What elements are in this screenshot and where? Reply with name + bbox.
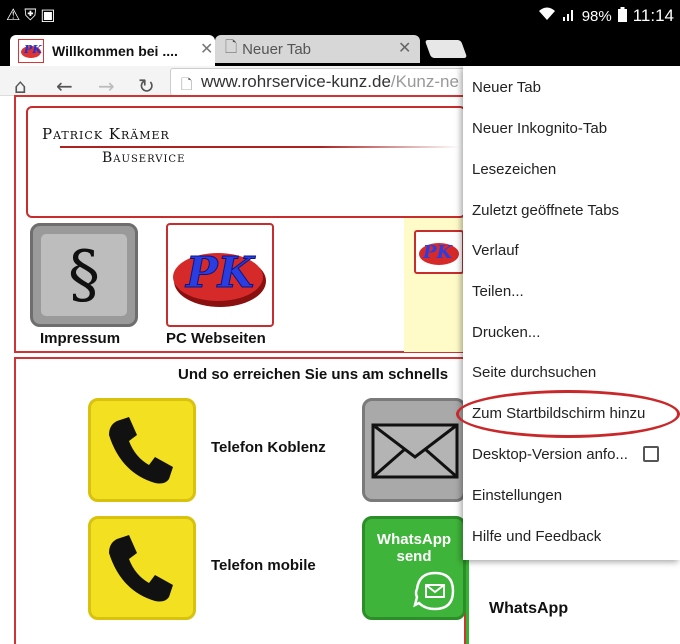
whatsapp-tile[interactable]: WhatsApp send [362, 516, 466, 620]
company-subtitle: Bauservice [102, 150, 186, 166]
pk-logo-icon: PK [173, 248, 266, 307]
phone-mobile-label[interactable]: Telefon mobile [211, 557, 316, 574]
close-icon[interactable]: ✕ [200, 39, 213, 59]
signal-icon [562, 7, 576, 25]
status-icons-left: ⚠⛨▣ [6, 5, 59, 25]
company-logo-box [26, 106, 466, 218]
contact-heading: Und so erreichen Sie uns am schnells [178, 366, 449, 383]
highlight-annotation [456, 390, 680, 438]
battery-icon [617, 6, 627, 26]
menu-item-desktop-version[interactable]: Desktop-Version anfo... [472, 446, 628, 463]
warning-icon: ⚠ [6, 5, 25, 24]
whatsapp-tile-line1: WhatsApp [376, 531, 452, 548]
page-info-icon[interactable]: 🗋 [181, 74, 192, 95]
wifi-icon [538, 7, 556, 25]
tab-neuer-tab[interactable]: 🗋 Neuer Tab ✕ [215, 35, 420, 63]
phone-icon [109, 535, 173, 602]
menu-item-seite-durchsuchen[interactable]: Seite durchsuchen [472, 364, 596, 381]
page-icon: 🗋 [225, 38, 238, 56]
paragraph-icon: § [41, 234, 127, 316]
menu-item-einstellungen[interactable]: Einstellungen [472, 487, 562, 504]
status-bar: ⚠⛨▣ 98% 11:14 [0, 0, 680, 29]
pk-favicon-icon: PK [18, 38, 44, 63]
impressum-label[interactable]: Impressum [40, 330, 120, 347]
screenshot-icon: ▣ [40, 5, 60, 24]
mini-pk-logo-icon[interactable]: PK [414, 230, 464, 274]
phone-koblenz-tile[interactable] [88, 398, 196, 502]
pk-logo-text: PK [185, 248, 256, 297]
whatsapp-card[interactable]: WhatsApp [466, 560, 680, 644]
close-icon[interactable]: ✕ [398, 38, 411, 58]
phone-mobile-tile[interactable] [88, 516, 196, 620]
pc-webseiten-label[interactable]: PC Webseiten [166, 330, 266, 347]
svg-text:PK: PK [23, 43, 42, 56]
desktop-version-checkbox[interactable] [643, 446, 659, 462]
url-host: www.rohrservice-kunz.de [201, 72, 391, 91]
menu-item-neuer-tab[interactable]: Neuer Tab [472, 79, 541, 96]
message-bubble-icon [413, 571, 455, 611]
battery-percent: 98% [581, 7, 612, 25]
email-tile[interactable] [362, 398, 466, 502]
impressum-tile[interactable]: § [30, 223, 138, 327]
new-tab-button[interactable] [424, 40, 468, 58]
phone-koblenz-label[interactable]: Telefon Koblenz [211, 439, 326, 456]
overflow-menu: Neuer Tab Neuer Inkognito-Tab Lesezeiche… [463, 66, 680, 560]
whatsapp-card-title: WhatsApp [489, 600, 569, 617]
tab-title: Willkommen bei .... [52, 42, 178, 59]
envelope-icon [371, 423, 459, 479]
menu-item-zuletzt-geoeffnet[interactable]: Zuletzt geöffnete Tabs [472, 202, 619, 219]
logo-divider [60, 146, 460, 148]
menu-item-drucken[interactable]: Drucken... [472, 324, 540, 341]
pc-webseiten-tile[interactable]: PK [166, 223, 274, 327]
shield-icon: ⛨ [24, 5, 41, 24]
url-path: /Kunz-ne [390, 72, 459, 91]
tab-title: Neuer Tab [242, 40, 311, 58]
tab-willkommen[interactable]: PK Willkommen bei .... ✕ [10, 35, 215, 66]
url-bar[interactable]: 🗋 www.rohrservice-kunz.de/Kunz-ne [170, 68, 470, 96]
phone-icon [109, 417, 173, 484]
menu-item-hilfe-feedback[interactable]: Hilfe und Feedback [472, 528, 601, 545]
mini-pk-text: PK [422, 242, 454, 263]
whatsapp-tile-line2: send [396, 548, 432, 565]
menu-item-lesezeichen[interactable]: Lesezeichen [472, 161, 556, 178]
status-icons-right: 98% 11:14 [538, 6, 674, 26]
clock: 11:14 [632, 6, 674, 25]
menu-item-teilen[interactable]: Teilen... [472, 283, 524, 300]
company-name: Patrick Krämer [42, 125, 170, 143]
menu-item-inkognito-tab[interactable]: Neuer Inkognito-Tab [472, 120, 607, 137]
menu-item-verlauf[interactable]: Verlauf [472, 242, 519, 259]
